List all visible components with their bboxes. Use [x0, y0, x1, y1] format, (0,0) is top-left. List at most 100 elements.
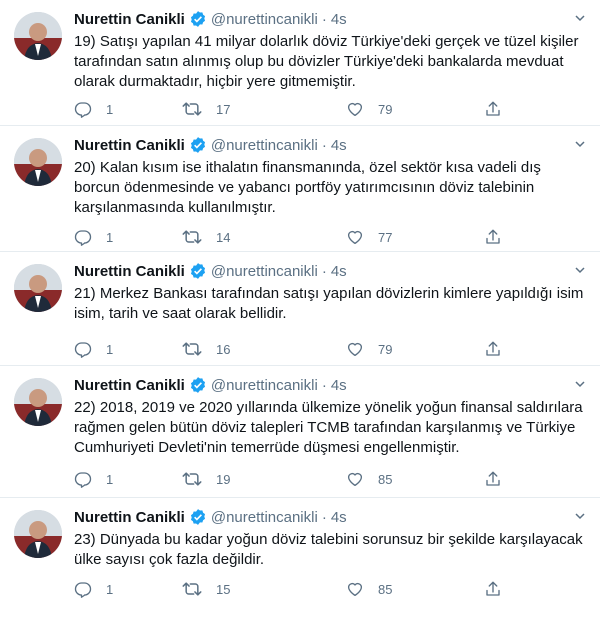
retweet-icon: [182, 340, 202, 358]
tweet[interactable]: Nurettin Canikli @nurettincanikli · 4s 2…: [0, 366, 600, 498]
reply-icon: [74, 228, 92, 246]
tweet[interactable]: Nurettin Canikli @nurettincanikli · 4s 2…: [0, 252, 600, 366]
more-chevron-icon[interactable]: [570, 8, 590, 28]
timestamp[interactable]: 4s: [331, 509, 347, 526]
tweet-feed: Nurettin Canikli @nurettincanikli · 4s 1…: [0, 0, 600, 633]
reply-button[interactable]: 1: [74, 228, 113, 246]
avatar[interactable]: [14, 378, 62, 426]
like-button[interactable]: 85: [346, 580, 392, 598]
author-handle[interactable]: @nurettincanikli: [211, 377, 318, 394]
retweet-button[interactable]: 14: [182, 228, 230, 246]
share-button[interactable]: [484, 470, 502, 488]
timestamp[interactable]: 4s: [331, 263, 347, 280]
retweet-icon: [182, 470, 202, 488]
heart-icon: [346, 228, 364, 246]
heart-icon: [346, 100, 364, 118]
like-count: 85: [378, 581, 393, 597]
like-button[interactable]: 85: [346, 470, 392, 488]
tweet-actions: 1 17 79: [74, 98, 514, 120]
retweet-button[interactable]: 17: [182, 100, 230, 118]
like-count: 79: [378, 101, 393, 117]
share-button[interactable]: [484, 340, 502, 358]
timestamp[interactable]: 4s: [331, 137, 347, 154]
share-icon: [484, 340, 502, 358]
more-chevron-icon[interactable]: [570, 134, 590, 154]
timestamp[interactable]: 4s: [331, 377, 347, 394]
tweet-actions: 1 15 85: [74, 578, 514, 600]
tweet-text: 22) 2018, 2019 ve 2020 yıllarında ülkemi…: [74, 399, 583, 456]
verified-badge-icon: [189, 136, 207, 154]
share-button[interactable]: [484, 100, 502, 118]
heart-icon: [346, 580, 364, 598]
verified-badge-icon: [189, 508, 207, 526]
verified-badge-icon: [189, 10, 207, 28]
reply-icon: [74, 340, 92, 358]
reply-icon: [74, 580, 92, 598]
tweet[interactable]: Nurettin Canikli @nurettincanikli · 4s 1…: [0, 0, 600, 126]
author-name[interactable]: Nurettin Canikli: [74, 377, 185, 394]
reply-button[interactable]: 1: [74, 100, 113, 118]
timestamp[interactable]: 4s: [331, 11, 347, 28]
retweet-button[interactable]: 15: [182, 580, 230, 598]
avatar[interactable]: [14, 510, 62, 558]
more-chevron-icon[interactable]: [570, 506, 590, 526]
reply-button[interactable]: 1: [74, 470, 113, 488]
avatar[interactable]: [14, 138, 62, 186]
share-button[interactable]: [484, 580, 502, 598]
retweet-button[interactable]: 16: [182, 340, 230, 358]
tweet[interactable]: Nurettin Canikli @nurettincanikli · 4s 2…: [0, 126, 600, 252]
reply-count: 1: [106, 471, 114, 487]
reply-count: 1: [106, 101, 114, 117]
reply-button[interactable]: 1: [74, 580, 113, 598]
tweet-text: 21) Merkez Bankası tarafından satışı yap…: [74, 285, 584, 322]
author-handle[interactable]: @nurettincanikli: [211, 11, 318, 28]
verified-badge-icon: [189, 262, 207, 280]
share-icon: [484, 470, 502, 488]
author-handle[interactable]: @nurettincanikli: [211, 509, 318, 526]
retweet-button[interactable]: 19: [182, 470, 230, 488]
reply-count: 1: [106, 581, 114, 597]
reply-button[interactable]: 1: [74, 340, 113, 358]
reply-count: 1: [106, 341, 114, 357]
like-button[interactable]: 77: [346, 228, 392, 246]
retweet-count: 19: [216, 471, 231, 487]
retweet-icon: [182, 100, 202, 118]
more-chevron-icon[interactable]: [570, 374, 590, 394]
avatar[interactable]: [14, 12, 62, 60]
share-icon: [484, 100, 502, 118]
separator: ·: [321, 10, 327, 28]
author-name[interactable]: Nurettin Canikli: [74, 11, 185, 28]
tweet-text: 20) Kalan kısım ise ithalatın finansmanı…: [74, 159, 541, 216]
like-count: 77: [378, 229, 393, 245]
author-handle[interactable]: @nurettincanikli: [211, 263, 318, 280]
tweet-text: 23) Dünyada bu kadar yoğun döviz talebin…: [74, 531, 583, 568]
retweet-icon: [182, 228, 202, 246]
share-icon: [484, 580, 502, 598]
retweet-count: 15: [216, 581, 231, 597]
reply-icon: [74, 470, 92, 488]
separator: ·: [321, 508, 327, 526]
like-count: 85: [378, 471, 393, 487]
retweet-count: 14: [216, 229, 231, 245]
separator: ·: [321, 376, 327, 394]
avatar[interactable]: [14, 264, 62, 312]
heart-icon: [346, 470, 364, 488]
author-name[interactable]: Nurettin Canikli: [74, 137, 185, 154]
author-handle[interactable]: @nurettincanikli: [211, 137, 318, 154]
share-button[interactable]: [484, 228, 502, 246]
verified-badge-icon: [189, 376, 207, 394]
tweet[interactable]: Nurettin Canikli @nurettincanikli · 4s 2…: [0, 498, 600, 633]
reply-count: 1: [106, 229, 114, 245]
tweet-actions: 1 16 79: [74, 338, 514, 360]
author-name[interactable]: Nurettin Canikli: [74, 509, 185, 526]
share-icon: [484, 228, 502, 246]
more-chevron-icon[interactable]: [570, 260, 590, 280]
retweet-icon: [182, 580, 202, 598]
like-button[interactable]: 79: [346, 340, 392, 358]
separator: ·: [321, 136, 327, 154]
tweet-actions: 1 14 77: [74, 226, 514, 248]
tweet-text: 19) Satışı yapılan 41 milyar dolarlık dö…: [74, 33, 579, 90]
like-button[interactable]: 79: [346, 100, 392, 118]
heart-icon: [346, 340, 364, 358]
author-name[interactable]: Nurettin Canikli: [74, 263, 185, 280]
